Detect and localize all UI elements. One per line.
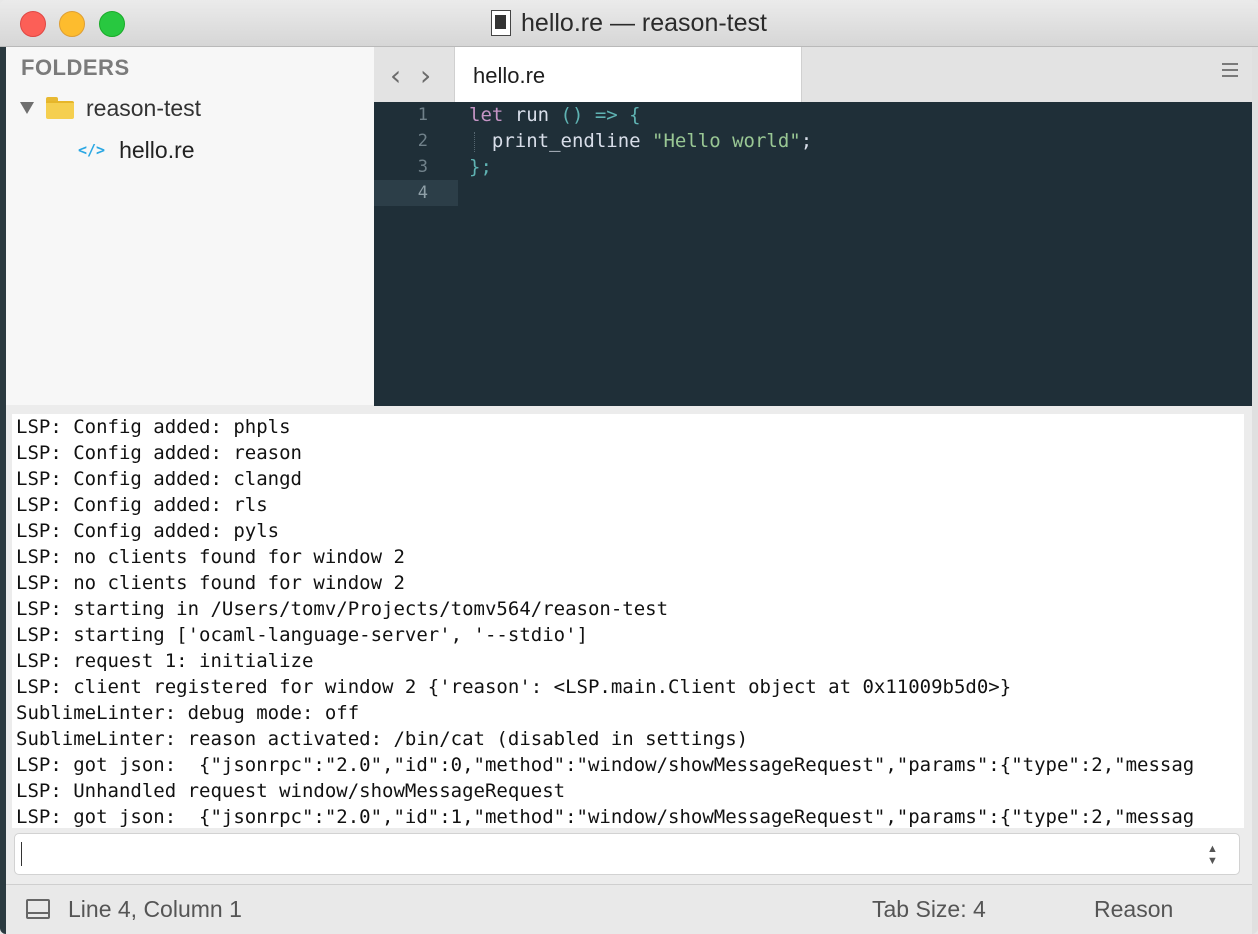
console-line: LSP: starting in /Users/tomv/Projects/to… (16, 598, 669, 620)
console-line: LSP: no clients found for window 2 (16, 546, 405, 568)
window-right-edge (1252, 47, 1258, 934)
line-number: 1 (417, 105, 428, 125)
app-window: hello.re — reason-test FOLDERS reason-te… (0, 0, 1258, 934)
chevron-right-icon[interactable]: › (420, 59, 431, 92)
console-line: SublimeLinter: debug mode: off (16, 702, 360, 724)
code-line-2: print_endline "Hello world"; (469, 128, 812, 154)
sidebar: FOLDERS reason-test </> hello.re (6, 47, 374, 405)
document-icon (491, 10, 512, 36)
chevron-left-icon[interactable]: ‹ (390, 59, 401, 92)
window-title: hello.re — reason-test (521, 8, 767, 37)
console-line: LSP: Unhandled request window/showMessag… (16, 780, 566, 802)
console-line: LSP: Config added: rls (16, 494, 268, 516)
cursor-position[interactable]: Line 4, Column 1 (68, 896, 242, 923)
code-line-1: let run () => { (469, 102, 641, 128)
tab-label: hello.re (473, 63, 546, 88)
tab-hello-re[interactable]: hello.re (454, 47, 802, 103)
code-identifier: run (503, 104, 561, 126)
sidebar-folder-reason-test[interactable]: reason-test (20, 93, 201, 123)
line-number: 3 (417, 157, 428, 177)
console-output[interactable]: LSP: Config added: phpls LSP: Config adde… (12, 414, 1244, 828)
sidebar-file-hello-re[interactable]: </> hello.re (78, 135, 195, 165)
panel-toggle-icon[interactable] (26, 899, 50, 919)
window-title-group: hello.re — reason-test (0, 0, 1258, 46)
console-line: LSP: Config added: reason (16, 442, 302, 464)
console-input[interactable]: ▲ ▼ (14, 833, 1240, 875)
code-editor[interactable]: 1 2 3 4 let run () => { print_endline "H… (374, 102, 1252, 406)
console-line: LSP: starting ['ocaml-language-server', … (16, 624, 588, 646)
folder-icon (46, 97, 74, 119)
code-file-icon: </> (78, 141, 106, 159)
console-line: LSP: request 1: initialize (16, 650, 314, 672)
code-operator: }; (469, 156, 492, 178)
console-line: LSP: Config added: clangd (16, 468, 302, 490)
console-line: LSP: got json: {"jsonrpc":"2.0","id":0,"… (16, 754, 1195, 776)
file-label: hello.re (119, 136, 195, 163)
title-bar: hello.re — reason-test (0, 0, 1258, 47)
hamburger-menu-icon[interactable] (1222, 63, 1238, 81)
code-keyword: let (469, 104, 504, 126)
indent-guide (474, 132, 476, 152)
up-down-stepper-icon[interactable]: ▲ ▼ (1207, 841, 1221, 867)
tab-bar: ‹ › hello.re (374, 47, 1252, 103)
disclosure-triangle-icon[interactable] (20, 102, 34, 114)
console-line: LSP: no clients found for window 2 (16, 572, 405, 594)
tab-size[interactable]: Tab Size: 4 (872, 896, 986, 923)
syntax-selector[interactable]: Reason (1094, 896, 1173, 923)
text-caret (21, 842, 22, 866)
folders-header: FOLDERS (21, 55, 130, 80)
console-line: SublimeLinter: reason activated: /bin/ca… (16, 728, 749, 750)
console-line: LSP: Config added: phpls (16, 416, 291, 438)
line-number-active: 4 (374, 180, 458, 206)
code-identifier: print_endline (469, 130, 653, 152)
code-string: "Hello world" (652, 130, 801, 152)
line-number: 2 (417, 131, 428, 151)
code-punctuation: ; (800, 130, 813, 152)
status-bar: Line 4, Column 1 Tab Size: 4 Reason (6, 884, 1252, 934)
code-operator: () => { (560, 104, 641, 126)
console-line: LSP: client registered for window 2 {'re… (16, 676, 1012, 698)
code-line-3: }; (469, 154, 492, 180)
console-line: LSP: Config added: pyls (16, 520, 280, 542)
console-line: LSP: got json: {"jsonrpc":"2.0","id":1,"… (16, 806, 1195, 828)
folder-label: reason-test (86, 94, 202, 121)
